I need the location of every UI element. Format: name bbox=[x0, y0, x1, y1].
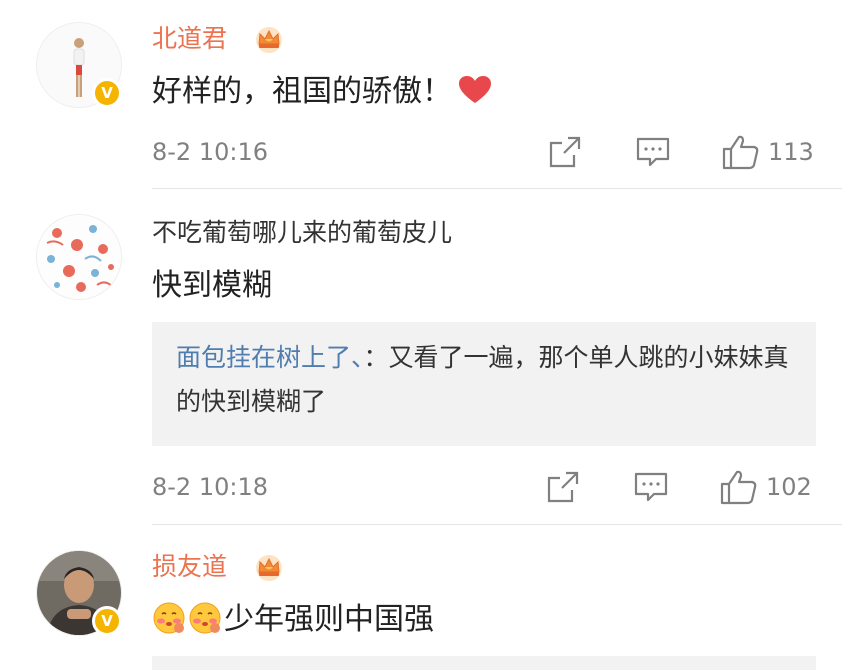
like-icon bbox=[720, 470, 757, 505]
timestamp: 8-2 10:16 bbox=[152, 138, 268, 166]
comment-username[interactable]: 北道君 bbox=[152, 22, 227, 56]
timestamp: 8-2 10:18 bbox=[152, 473, 268, 501]
like-count: 102 bbox=[766, 473, 812, 501]
blushing-face-emoji bbox=[189, 602, 221, 634]
verified-badge-icon: V bbox=[92, 606, 122, 636]
comment-text: 少年强则中国强 bbox=[152, 600, 434, 640]
comment-meta: 8-2 10:16 113 bbox=[152, 132, 816, 172]
comment-username[interactable]: 损友道 bbox=[152, 550, 227, 584]
comment-username[interactable]: 不吃葡萄哪儿来的葡萄皮儿 bbox=[152, 216, 452, 250]
comment-meta: 8-2 10:18 102 bbox=[152, 467, 816, 507]
comment-text: 快到模糊 bbox=[152, 268, 272, 303]
comment-button[interactable] bbox=[634, 467, 668, 507]
comment-text-content: 好样的，祖国的骄傲！ bbox=[152, 74, 452, 109]
like-button[interactable]: 102 bbox=[720, 467, 812, 507]
reply-separator: ： bbox=[363, 343, 389, 372]
crown-icon bbox=[256, 555, 282, 581]
divider bbox=[152, 188, 842, 189]
blushing-face-emoji bbox=[153, 602, 185, 634]
pattern-avatar bbox=[37, 215, 121, 299]
heart-icon bbox=[459, 76, 491, 103]
share-icon bbox=[549, 136, 581, 168]
reply-box[interactable] bbox=[152, 656, 816, 670]
avatar[interactable] bbox=[36, 214, 122, 300]
like-icon bbox=[722, 135, 759, 170]
like-button[interactable]: 113 bbox=[722, 132, 814, 172]
like-count: 113 bbox=[768, 138, 814, 166]
comment-button[interactable] bbox=[636, 132, 670, 172]
comment-icon bbox=[636, 137, 670, 167]
share-icon bbox=[547, 471, 579, 503]
comment-icon bbox=[634, 472, 668, 502]
comment-text-content: 少年强则中国强 bbox=[224, 602, 434, 637]
reply-username[interactable]: 面包挂在树上了、 bbox=[176, 343, 364, 372]
crown-icon bbox=[256, 27, 282, 53]
comment-text: 好样的，祖国的骄傲！ bbox=[152, 72, 492, 112]
verified-badge-icon: V bbox=[92, 78, 122, 108]
reply-box[interactable]: 面包挂在树上了、：又看了一遍，那个单人跳的小妹妹真的快到模糊了 bbox=[152, 322, 816, 446]
share-button[interactable] bbox=[548, 132, 582, 172]
share-button[interactable] bbox=[546, 467, 580, 507]
divider bbox=[152, 524, 842, 525]
